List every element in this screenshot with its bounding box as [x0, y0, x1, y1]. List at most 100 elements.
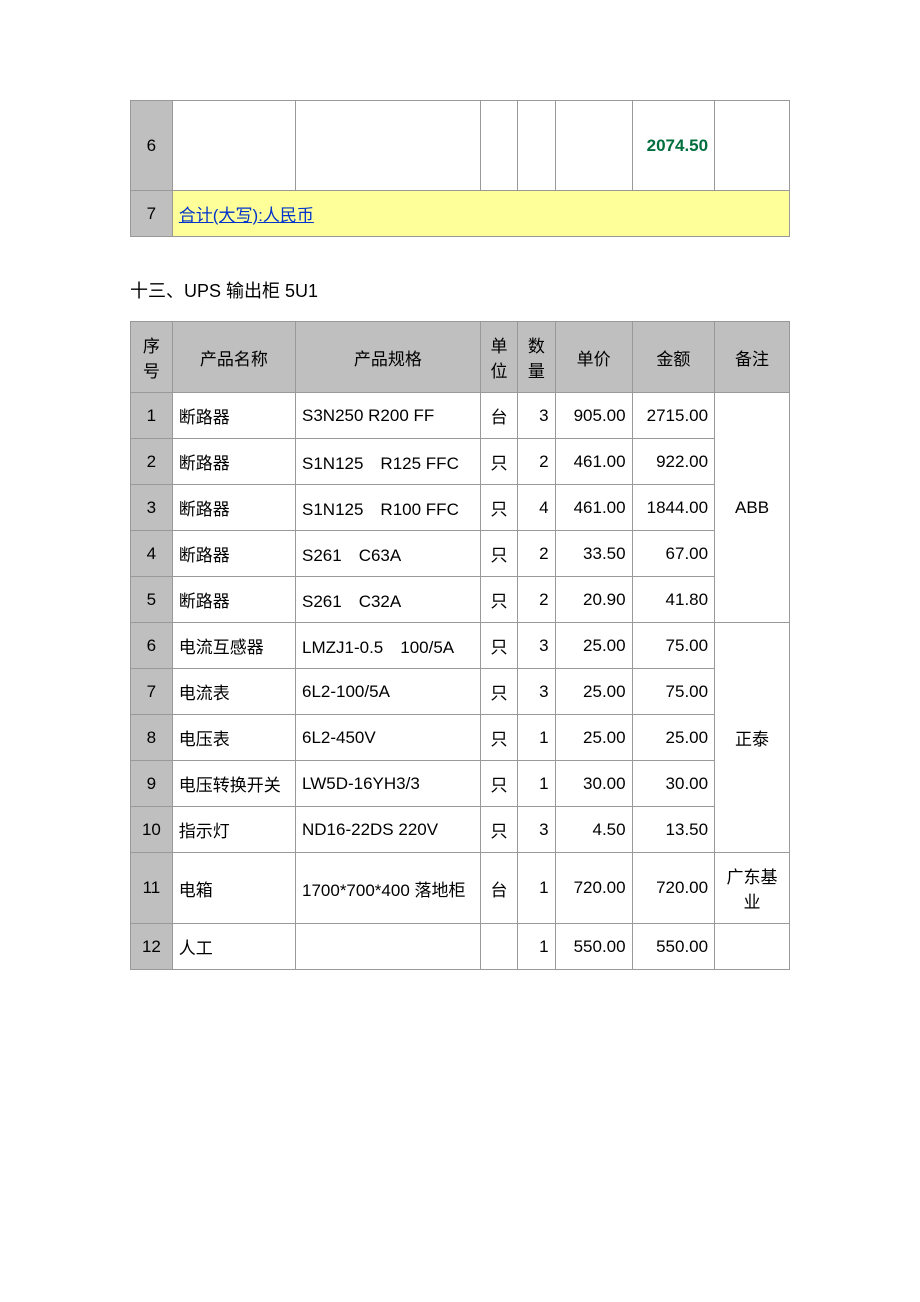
row-amount: 75.00 — [632, 623, 715, 669]
row-spec: S261 C63A — [296, 531, 481, 577]
row-price: 461.00 — [555, 485, 632, 531]
row-unit: 只 — [480, 623, 517, 669]
row-spec: LW5D-16YH3/3 — [296, 761, 481, 807]
row-name: 电流表 — [172, 669, 295, 715]
row-price: 25.00 — [555, 715, 632, 761]
row-unit — [480, 101, 517, 191]
row-qty: 3 — [518, 669, 555, 715]
row-spec: S1N125 R100 FFC — [296, 485, 481, 531]
row-unit: 只 — [480, 715, 517, 761]
row-unit: 只 — [480, 577, 517, 623]
row-seq: 6 — [131, 623, 173, 669]
row-seq: 7 — [131, 669, 173, 715]
row-amount: 2074.50 — [632, 101, 715, 191]
row-amount: 25.00 — [632, 715, 715, 761]
row-spec: LMZJ1-0.5 100/5A — [296, 623, 481, 669]
row-qty: 3 — [518, 623, 555, 669]
header-unit: 单位 — [480, 322, 517, 393]
row-seq: 11 — [131, 853, 173, 924]
row-price: 720.00 — [555, 853, 632, 924]
row-seq: 2 — [131, 439, 173, 485]
row-seq: 12 — [131, 924, 173, 970]
row-qty: 2 — [518, 439, 555, 485]
header-spec: 产品规格 — [296, 322, 481, 393]
row-amount: 550.00 — [632, 924, 715, 970]
section-title: 十三、UPS 输出柜 5U1 — [130, 277, 790, 303]
row-spec: S261 C32A — [296, 577, 481, 623]
row-seq: 8 — [131, 715, 173, 761]
summary-table-fragment: 6 2074.50 7 合计(大写):人民币 — [130, 100, 790, 237]
table-row: 10指示灯ND16-22DS 220V只34.5013.50 — [131, 807, 790, 853]
table-row: 3断路器S1N125 R100 FFC只4461.001844.00 — [131, 485, 790, 531]
row-price: 4.50 — [555, 807, 632, 853]
row-unit: 台 — [480, 853, 517, 924]
total-label: 合计(大写):人民币 — [179, 206, 314, 225]
row-name: 电压转换开关 — [172, 761, 295, 807]
row-seq: 1 — [131, 393, 173, 439]
table-row: 8电压表6L2-450V只125.0025.00 — [131, 715, 790, 761]
row-spec: ND16-22DS 220V — [296, 807, 481, 853]
row-unit: 只 — [480, 485, 517, 531]
row-name: 断路器 — [172, 577, 295, 623]
items-table: 序号 产品名称 产品规格 单位 数量 单价 金额 备注 1断路器S3N250 R… — [130, 321, 790, 970]
total-row: 7 合计(大写):人民币 — [131, 191, 790, 237]
row-remark — [715, 101, 790, 191]
header-seq: 序号 — [131, 322, 173, 393]
total-cell: 合计(大写):人民币 — [172, 191, 789, 237]
row-amount: 1844.00 — [632, 485, 715, 531]
row-amount: 75.00 — [632, 669, 715, 715]
row-seq: 6 — [131, 101, 173, 191]
row-name: 断路器 — [172, 439, 295, 485]
row-name: 指示灯 — [172, 807, 295, 853]
row-price: 25.00 — [555, 623, 632, 669]
table-row: 1断路器S3N250 R200 FF台3905.002715.00ABB — [131, 393, 790, 439]
row-seq: 10 — [131, 807, 173, 853]
row-name: 断路器 — [172, 531, 295, 577]
row-spec — [296, 924, 481, 970]
table-row: 6电流互感器LMZJ1-0.5 100/5A只325.0075.00正泰 — [131, 623, 790, 669]
row-unit: 只 — [480, 761, 517, 807]
row-seq: 4 — [131, 531, 173, 577]
row-amount: 922.00 — [632, 439, 715, 485]
row-unit: 只 — [480, 669, 517, 715]
row-amount: 41.80 — [632, 577, 715, 623]
row-unit: 只 — [480, 439, 517, 485]
row-qty: 3 — [518, 807, 555, 853]
row-qty: 1 — [518, 715, 555, 761]
row-spec — [296, 101, 481, 191]
row-name: 电压表 — [172, 715, 295, 761]
row-qty: 1 — [518, 924, 555, 970]
table-row: 4断路器S261 C63A只233.5067.00 — [131, 531, 790, 577]
row-qty: 4 — [518, 485, 555, 531]
row-qty: 1 — [518, 853, 555, 924]
table-row: 2断路器S1N125 R125 FFC只2461.00922.00 — [131, 439, 790, 485]
row-name: 电箱 — [172, 853, 295, 924]
row-price: 30.00 — [555, 761, 632, 807]
row-qty: 1 — [518, 761, 555, 807]
table-header-row: 序号 产品名称 产品规格 单位 数量 单价 金额 备注 — [131, 322, 790, 393]
row-price: 20.90 — [555, 577, 632, 623]
row-qty — [518, 101, 555, 191]
row-remark — [715, 924, 790, 970]
row-remark: 广东基业 — [715, 853, 790, 924]
row-spec: 6L2-100/5A — [296, 669, 481, 715]
row-name: 人工 — [172, 924, 295, 970]
header-name: 产品名称 — [172, 322, 295, 393]
row-name: 断路器 — [172, 393, 295, 439]
row-qty: 2 — [518, 531, 555, 577]
row-price: 25.00 — [555, 669, 632, 715]
row-unit: 只 — [480, 807, 517, 853]
table-row: 7电流表6L2-100/5A只325.0075.00 — [131, 669, 790, 715]
table-row: 11电箱1700*700*400 落地柜台1720.00720.00广东基业 — [131, 853, 790, 924]
row-spec: S3N250 R200 FF — [296, 393, 481, 439]
row-spec: S1N125 R125 FFC — [296, 439, 481, 485]
row-price: 461.00 — [555, 439, 632, 485]
row-name: 断路器 — [172, 485, 295, 531]
row-seq: 5 — [131, 577, 173, 623]
row-price: 905.00 — [555, 393, 632, 439]
row-spec: 6L2-450V — [296, 715, 481, 761]
row-unit: 只 — [480, 531, 517, 577]
table-row: 6 2074.50 — [131, 101, 790, 191]
row-seq: 9 — [131, 761, 173, 807]
row-amount: 30.00 — [632, 761, 715, 807]
